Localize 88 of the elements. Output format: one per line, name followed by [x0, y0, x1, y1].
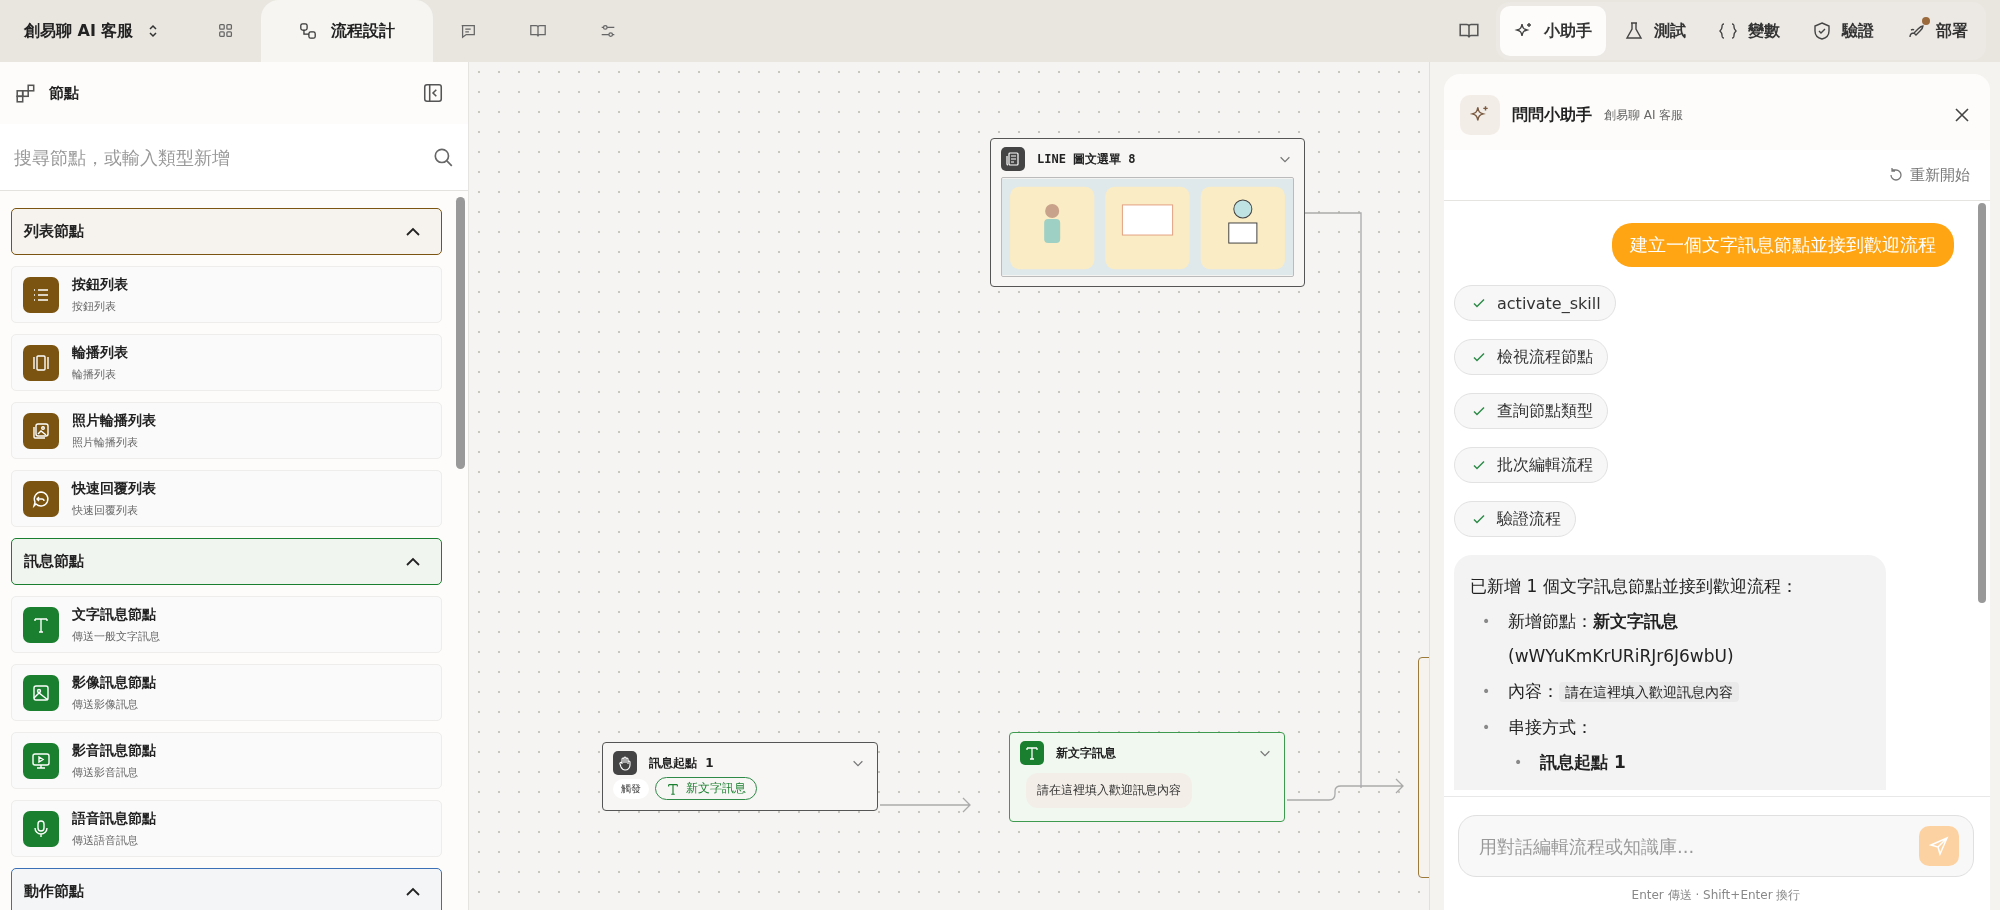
node-type-description: 傳送影音訊息	[72, 764, 139, 780]
node-type-name: 影像訊息節點	[72, 673, 156, 692]
node-type-item[interactable]: 影音訊息節點 傳送影音訊息	[11, 732, 442, 789]
node-type-name: 輪播列表	[72, 343, 128, 362]
reply-list-item: 串接方式：	[1508, 717, 1593, 737]
toolbar-tab[interactable]: 驗證	[1798, 6, 1888, 56]
text-icon	[666, 781, 680, 796]
refresh-icon	[1888, 167, 1904, 183]
bullet-mark: •	[1482, 718, 1492, 737]
tool-call-chip[interactable]: 查詢節點類型	[1454, 393, 1608, 429]
node-type-name: 文字訊息節點	[72, 605, 157, 624]
flow-node[interactable]: 訊息起點 1 觸發 新文字訊息	[602, 742, 878, 811]
node-type-item[interactable]: 影像訊息節點 傳送影像訊息	[11, 664, 442, 721]
flask-icon	[1624, 21, 1644, 41]
toolbar-tab[interactable]: 測試	[1610, 6, 1700, 56]
flow-icon	[299, 22, 318, 40]
tool-call-chip[interactable]: 驗證流程	[1454, 501, 1576, 537]
reply-list-item: 新增節點：新文字訊息 (wWYuKmKrURiRJr6J6wbU)	[1508, 611, 1734, 666]
inline-code: 請在這裡填入歡迎訊息內容	[1559, 682, 1739, 702]
node-title: 新文字訊息	[1056, 744, 1117, 762]
scrollbar[interactable]	[1978, 203, 1986, 603]
toolbar-tab[interactable]: 變數	[1704, 6, 1794, 56]
search-field[interactable]: 搜尋節點，或輸入類型新增	[12, 145, 432, 169]
node-type-description: 照片輪播列表	[72, 434, 139, 450]
section-header[interactable]: 列表節點	[11, 208, 442, 255]
bullet-mark: •	[1482, 682, 1492, 701]
flow-node[interactable]: 新文字訊息 請在這裡填入歡迎訊息內容	[1009, 732, 1285, 822]
node-title: 訊息起點 1	[649, 754, 715, 772]
carousel-icon	[31, 352, 51, 373]
document-icon	[1005, 151, 1021, 167]
node-type-item[interactable]: 文字訊息節點 傳送一般文字訊息	[11, 596, 442, 653]
tool-call-chip[interactable]: 批次編輯流程	[1454, 447, 1608, 483]
trigger-label: 觸發	[613, 778, 649, 799]
flow-node[interactable]: LINE 圖文選單 8	[990, 138, 1305, 287]
node-title: LINE 圖文選單 8	[1037, 150, 1137, 168]
keyboard-hint: Enter 傳送 · Shift+Enter 換行	[1630, 887, 1802, 904]
chat-icon	[459, 22, 478, 40]
node-type-name: 影音訊息節點	[72, 741, 156, 760]
node-type-description: 按鈕列表	[72, 298, 117, 314]
section-header[interactable]: 訊息節點	[11, 538, 442, 585]
node-type-description: 輪播列表	[72, 366, 117, 382]
node-type-description: 快速回覆列表	[72, 502, 139, 518]
image-icon	[31, 682, 51, 703]
microphone-icon	[31, 818, 51, 839]
node-type-item[interactable]: 快速回覆列表 快速回覆列表	[11, 470, 442, 527]
nav-tab[interactable]: 流程設計	[261, 0, 434, 62]
node-type-name: 按鈕列表	[72, 275, 128, 294]
node-type-description: 傳送語音訊息	[72, 832, 139, 848]
scrollbar[interactable]	[456, 197, 465, 469]
bullet-mark: •	[1482, 612, 1492, 631]
node-type-item[interactable]: 語音訊息節點 傳送語音訊息	[11, 800, 442, 857]
video-icon	[31, 750, 51, 771]
toolbar-tab[interactable]: 部署	[1892, 6, 1982, 56]
node-type-item[interactable]: 按鈕列表 按鈕列表	[11, 266, 442, 323]
photos-icon	[31, 420, 51, 441]
user-message: 建立一個文字訊息節點並接到歡迎流程	[1612, 223, 1954, 267]
reply-text: 已新增 1 個文字訊息節點並接到歡迎流程：	[1470, 575, 1799, 598]
collapse-panel-icon[interactable]	[422, 82, 444, 104]
toolbar-tab[interactable]: 小助手	[1500, 6, 1606, 56]
nodes-icon	[15, 82, 37, 104]
tool-call-chip[interactable]: 檢視流程節點	[1454, 339, 1608, 375]
reply-list-item: 內容：	[1508, 681, 1559, 701]
search-bar[interactable]: 搜尋節點，或輸入類型新增	[0, 124, 468, 191]
node-type-description: 傳送一般文字訊息	[72, 628, 160, 644]
search-icon[interactable]	[432, 146, 454, 168]
node-type-name: 快速回覆列表	[72, 479, 156, 498]
bullet-mark: •	[1514, 753, 1524, 772]
restart-button[interactable]: 重新開始	[1888, 165, 1970, 185]
reply-icon	[31, 488, 51, 509]
node-type-description: 傳送影像訊息	[72, 696, 139, 712]
send-icon	[1929, 836, 1949, 856]
node-type-name: 語音訊息節點	[72, 809, 156, 828]
chat-input[interactable]: 用對話編輯流程或知識庫...	[1477, 834, 1919, 858]
node-type-item[interactable]: 輪播列表 輪播列表	[11, 334, 442, 391]
sidebar-title: 節點	[49, 83, 80, 103]
message-preview: 請在這裡填入歡迎訊息內容	[1026, 773, 1192, 808]
chat-input-box[interactable]: 用對話編輯流程或知識庫...	[1458, 815, 1974, 877]
workspace-switcher[interactable]: 創易聊 AI 客服	[24, 0, 162, 62]
tool-call-chip[interactable]: activate_skill	[1454, 285, 1616, 321]
braces-icon	[1718, 21, 1738, 41]
reply-list-item: 訊息起點 1	[1540, 752, 1626, 772]
shield-icon	[1812, 21, 1832, 41]
section-header[interactable]: 動作節點	[11, 868, 442, 910]
node-type-item[interactable]: 照片輪播列表 照片輪播列表	[11, 402, 442, 459]
assistant-subtitle: 創易聊 AI 客服	[1604, 106, 1685, 124]
node-type-name: 照片輪播列表	[72, 411, 156, 430]
assistant-title: 問問小助手	[1512, 104, 1592, 126]
text-icon	[1024, 745, 1040, 761]
